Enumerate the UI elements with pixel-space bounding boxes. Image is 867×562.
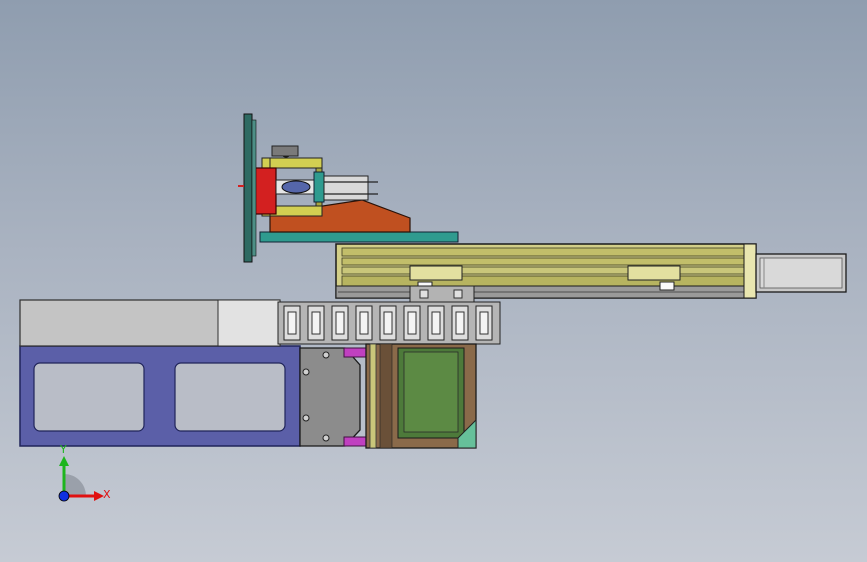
chain-link-slot [383, 311, 393, 335]
chain-link-slot [407, 311, 417, 335]
base-plate-window-left [33, 362, 145, 432]
screw-icon [302, 414, 310, 422]
vertical-plate[interactable] [238, 113, 257, 263]
triad-x-label: X [103, 488, 111, 501]
gearbox[interactable] [365, 343, 477, 449]
teal-plate [259, 231, 459, 243]
rail-carriage[interactable] [627, 265, 681, 281]
cad-model-view[interactable]: Y X [0, 0, 867, 562]
magenta-tab [343, 436, 367, 447]
base-plate[interactable] [19, 345, 301, 447]
magenta-tab [343, 347, 367, 358]
base-plate-window-right [174, 362, 286, 432]
rail-end-cap[interactable] [755, 253, 847, 293]
triad-y-label: Y [59, 443, 67, 456]
chain-link-slot [479, 311, 489, 335]
screw-icon [322, 434, 330, 442]
chain-link-slot [359, 311, 369, 335]
chain-link-slot [311, 311, 321, 335]
screw-icon [322, 351, 330, 359]
rail-carriage[interactable] [409, 265, 463, 281]
cad-viewport[interactable]: Y X [0, 0, 867, 562]
motor-housing[interactable] [299, 347, 367, 447]
coordinate-triad: Y X [58, 443, 111, 502]
linear-rail[interactable] [335, 243, 757, 299]
z-axis-dot-icon [58, 490, 70, 502]
chain-link-slot [431, 311, 441, 335]
screw-icon [302, 368, 310, 376]
chain-link-slot [335, 311, 345, 335]
chain-link-slot [287, 311, 297, 335]
cable-chain[interactable] [277, 301, 501, 345]
chain-link-slot [455, 311, 465, 335]
cover-panel[interactable] [19, 299, 281, 347]
rail-mount-block[interactable] [409, 285, 475, 303]
